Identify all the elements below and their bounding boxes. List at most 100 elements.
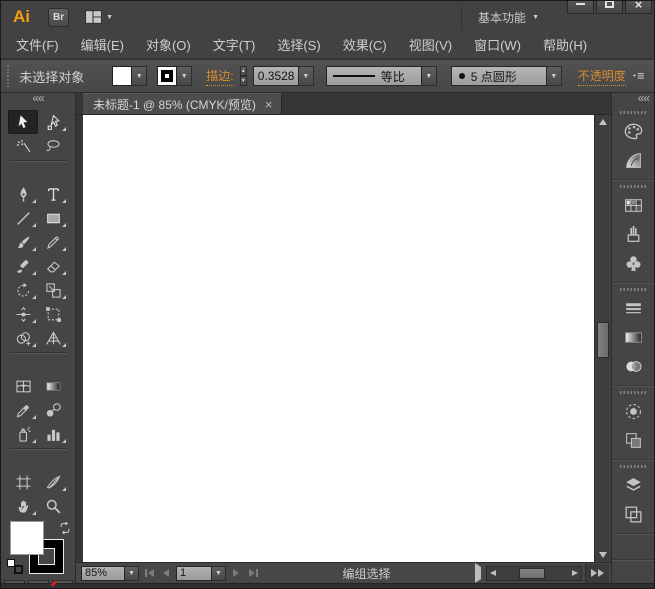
scroll-down-button[interactable] [595, 548, 611, 562]
blend-tool[interactable] [38, 398, 68, 422]
fill-color-swatch[interactable] [112, 66, 132, 86]
launch-bridge-button[interactable]: Br [48, 8, 69, 27]
layers-panel-button[interactable] [619, 471, 647, 499]
menu-item-file[interactable]: 文件(F) [5, 33, 70, 58]
swap-fill-stroke-icon[interactable] [58, 521, 72, 535]
free-transform-tool[interactable] [38, 302, 68, 326]
pen-tool[interactable] [8, 182, 38, 206]
fill-color-dropdown[interactable]: ▼ [132, 66, 147, 86]
horizontal-scroll-thumb[interactable] [519, 568, 545, 579]
dock-group-grip[interactable] [620, 391, 646, 394]
menu-item-window[interactable]: 窗口(W) [463, 33, 532, 58]
slice-tool[interactable] [38, 470, 68, 494]
close-button[interactable]: × [625, 0, 652, 14]
color-guide-panel-button[interactable] [619, 146, 647, 174]
eyedropper-tool[interactable] [8, 398, 38, 422]
vertical-scroll-thumb[interactable] [597, 322, 609, 358]
color-panel-button[interactable] [619, 117, 647, 145]
first-artboard-button[interactable] [142, 567, 156, 580]
control-panel-menu-icon[interactable] [632, 69, 644, 83]
stroke-panel-button[interactable] [619, 294, 647, 322]
type-tool[interactable] [38, 182, 68, 206]
stroke-panel-link[interactable]: 描边: [206, 67, 233, 86]
eraser-tool[interactable] [38, 254, 68, 278]
brushes-panel-button[interactable] [619, 220, 647, 248]
menu-item-view[interactable]: 视图(V) [398, 33, 463, 58]
dock-group-grip[interactable] [620, 111, 646, 114]
magic-wand-tool[interactable] [8, 134, 38, 158]
perspective-grid-tool[interactable] [38, 326, 68, 350]
dock-group-grip[interactable] [620, 185, 646, 188]
menu-item-select[interactable]: 选择(S) [266, 33, 331, 58]
horizontal-scrollbar[interactable] [486, 566, 582, 581]
zoom-tool[interactable] [38, 494, 68, 518]
stroke-color-dropdown[interactable]: ▼ [177, 66, 192, 86]
pencil-tool[interactable] [38, 230, 68, 254]
stroke-weight-dropdown[interactable]: ▼ [299, 66, 314, 86]
menu-item-edit[interactable]: 编辑(E) [70, 33, 135, 58]
scroll-left-button[interactable] [487, 567, 499, 580]
gradient-panel-button[interactable] [619, 323, 647, 351]
menu-item-help[interactable]: 帮助(H) [532, 33, 598, 58]
horizontal-scroll-track[interactable] [499, 567, 569, 580]
brush-definition-dropdown[interactable]: ▼ [547, 66, 562, 86]
width-profile-dropdown[interactable]: ▼ [422, 66, 437, 86]
scroll-right-button[interactable] [569, 567, 581, 580]
document-tab[interactable]: 未标题-1 @ 85% (CMYK/预览) × [83, 93, 282, 114]
collapse-dock-button[interactable]: «« [612, 93, 654, 106]
dock-group-grip[interactable] [620, 465, 646, 468]
previous-artboard-button[interactable] [159, 567, 173, 580]
artboard-number-input[interactable] [176, 566, 212, 581]
minimize-button[interactable] [567, 0, 594, 14]
artboards-panel-button[interactable] [619, 500, 647, 528]
mesh-tool[interactable] [8, 374, 38, 398]
width-tool[interactable] [8, 302, 38, 326]
transparency-panel-button[interactable] [619, 352, 647, 380]
stroke-color-swatch[interactable] [157, 66, 177, 86]
graphic-styles-panel-button[interactable] [619, 426, 647, 454]
zoom-level-dropdown[interactable]: ▼ [125, 566, 139, 581]
workspace-switcher[interactable]: 基本功能 ▼ [461, 5, 553, 29]
gradient-tool[interactable] [38, 374, 68, 398]
status-flyout-button[interactable] [475, 567, 481, 579]
artboard-tool[interactable] [8, 470, 38, 494]
default-fill-stroke-icon[interactable] [7, 559, 23, 574]
width-profile-value[interactable]: 等比 [326, 66, 422, 86]
shape-builder-tool[interactable] [8, 326, 38, 350]
direct-selection-tool[interactable] [38, 110, 68, 134]
opacity-panel-link[interactable]: 不透明度 [578, 67, 626, 86]
stepper-up-button[interactable]: ▲ [240, 66, 247, 76]
vertical-scroll-track[interactable] [595, 129, 611, 548]
appearance-panel-button[interactable] [619, 397, 647, 425]
rotate-tool[interactable] [8, 278, 38, 302]
scale-tool[interactable] [38, 278, 68, 302]
collapse-tools-panel-button[interactable]: «« [1, 93, 75, 104]
stroke-weight-input[interactable] [253, 66, 299, 86]
brush-definition-value[interactable]: 5 点圆形 [451, 66, 547, 86]
fill-proxy-swatch[interactable] [10, 521, 44, 555]
paintbrush-tool[interactable] [8, 230, 38, 254]
vertical-scrollbar[interactable] [594, 115, 611, 562]
arrange-documents-button[interactable]: ▼ [85, 7, 113, 27]
lasso-tool[interactable] [38, 134, 68, 158]
menu-item-effect[interactable]: 效果(C) [332, 33, 398, 58]
zoom-level-input[interactable] [81, 566, 125, 581]
line-segment-tool[interactable] [8, 206, 38, 230]
stepper-down-button[interactable]: ▼ [240, 76, 247, 86]
artboard-number-dropdown[interactable]: ▼ [212, 566, 226, 581]
swatches-panel-button[interactable] [619, 191, 647, 219]
selection-tool[interactable] [8, 110, 38, 134]
menu-item-type[interactable]: 文字(T) [202, 33, 267, 58]
rectangle-tool[interactable] [38, 206, 68, 230]
artboard-canvas[interactable] [83, 115, 594, 562]
symbol-sprayer-tool[interactable] [8, 422, 38, 446]
blob-brush-tool[interactable] [8, 254, 38, 278]
controlbar-grip[interactable] [7, 65, 9, 87]
scroll-up-button[interactable] [595, 115, 611, 129]
column-graph-tool[interactable] [38, 422, 68, 446]
last-artboard-button[interactable] [246, 567, 260, 580]
next-artboard-button[interactable] [229, 567, 243, 580]
menu-item-object[interactable]: 对象(O) [135, 33, 202, 58]
dock-group-grip[interactable] [620, 288, 646, 291]
symbols-panel-button[interactable] [619, 249, 647, 277]
